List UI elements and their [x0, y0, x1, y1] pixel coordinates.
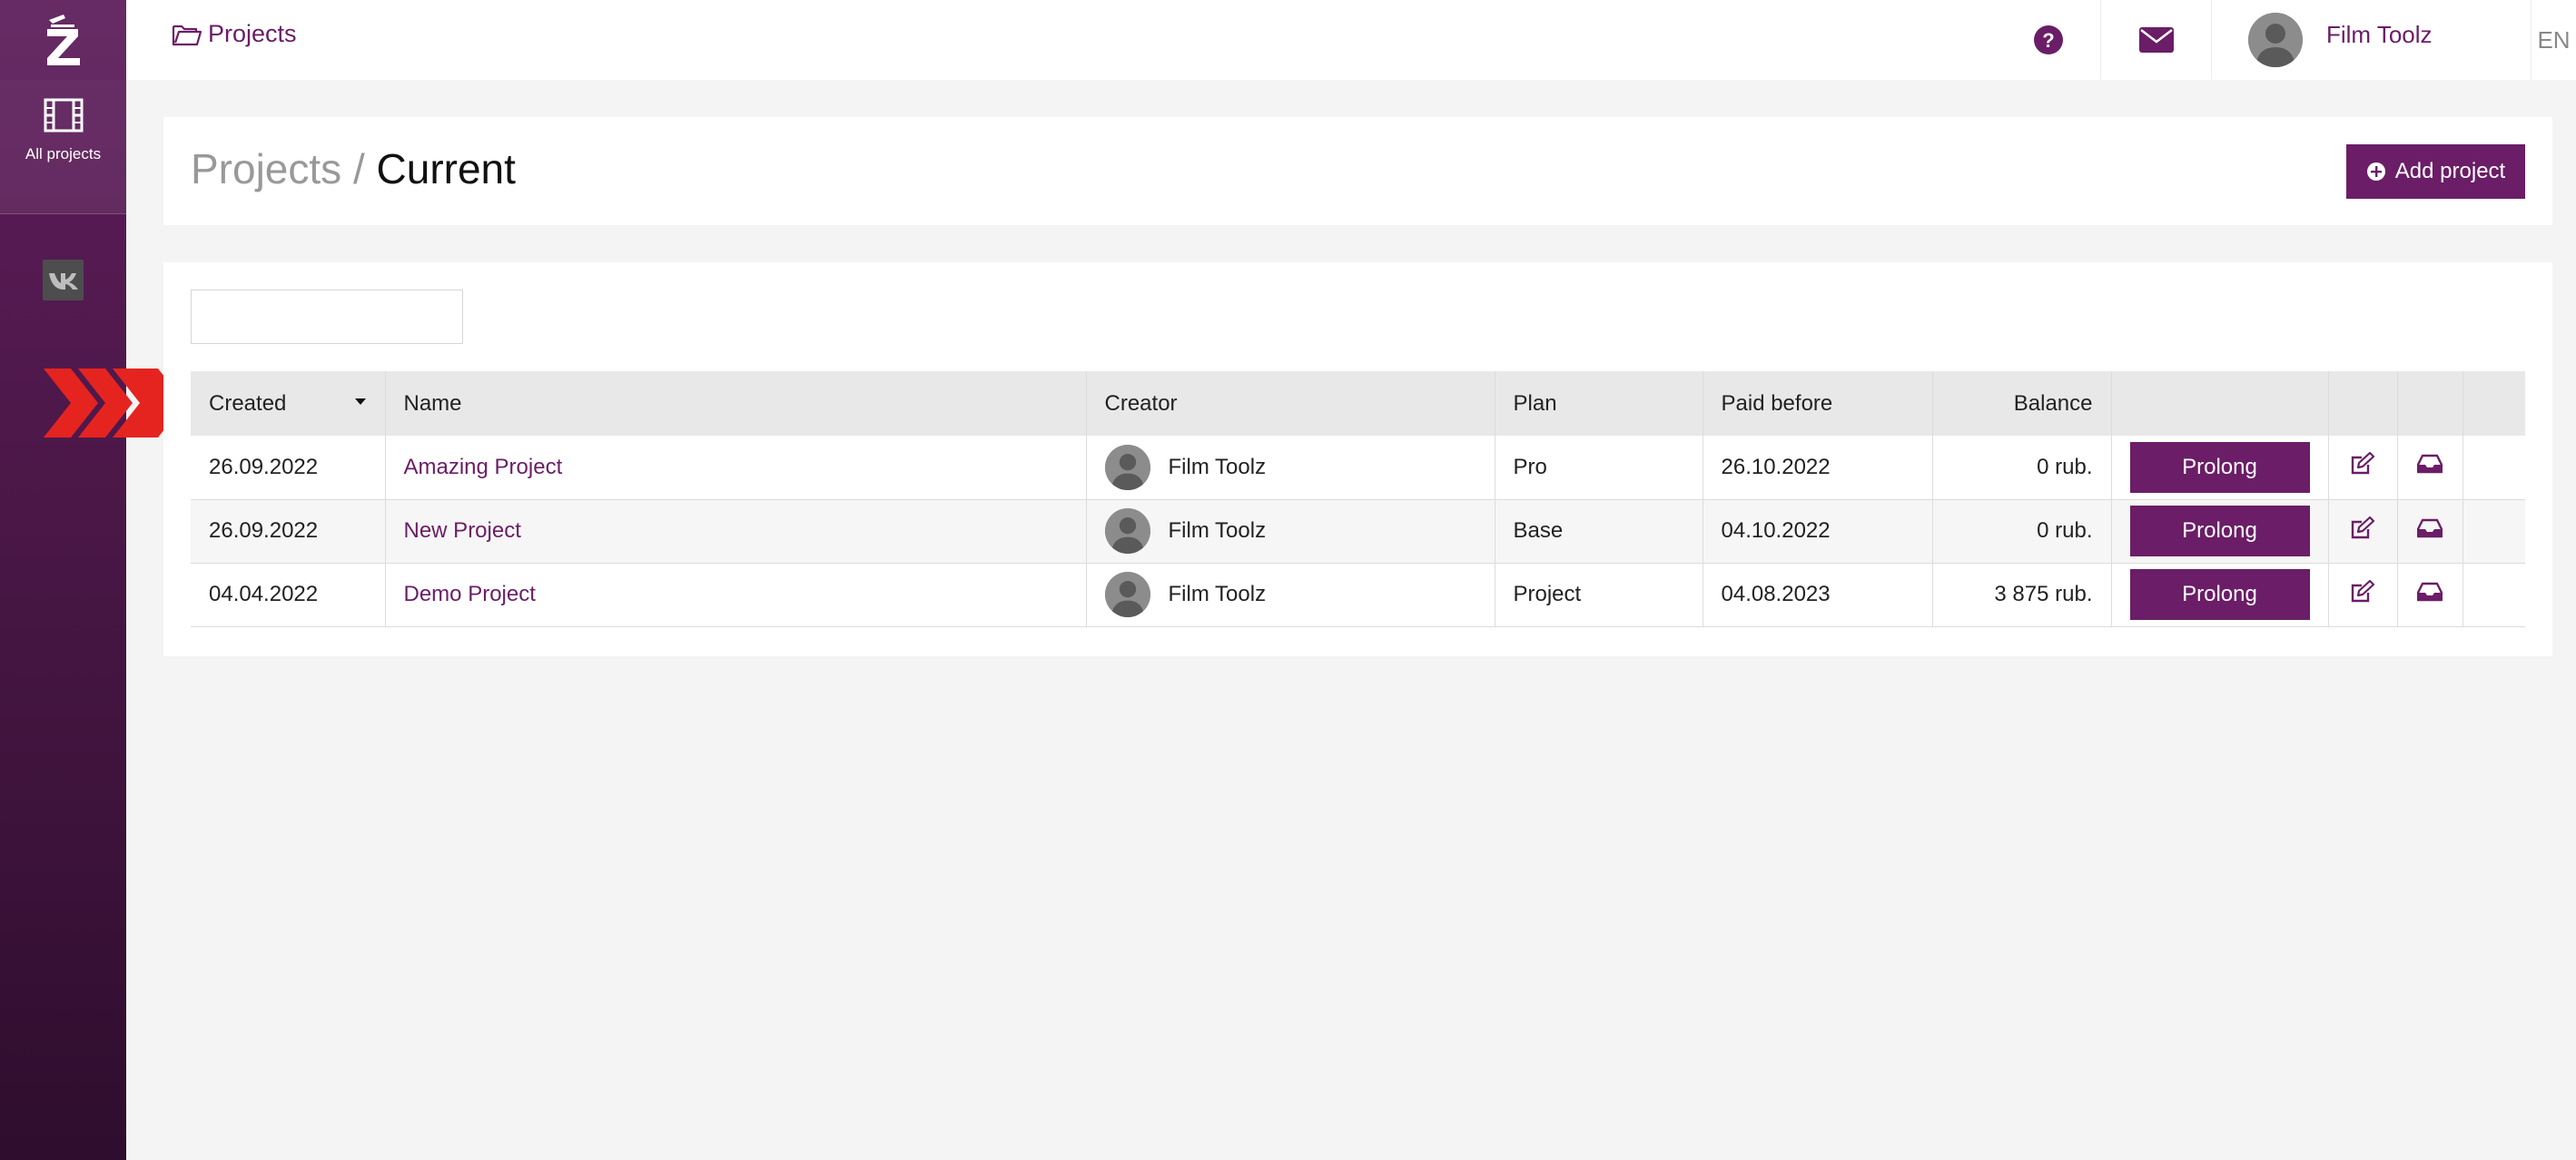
edit-button[interactable] [2328, 436, 2398, 499]
messages-button[interactable] [2100, 0, 2211, 80]
cell-extra [2462, 563, 2525, 626]
avatar [1104, 444, 1150, 490]
project-link[interactable]: Demo Project [404, 582, 536, 606]
projects-table: Created Name Creator Plan Paid before Ba… [191, 371, 2525, 627]
add-project-button[interactable]: Add project [2346, 144, 2525, 199]
user-avatar-icon [2248, 13, 2303, 67]
svg-text:?: ? [2042, 29, 2054, 52]
add-project-label: Add project [2394, 159, 2506, 183]
page-title-current: Current [376, 145, 516, 192]
edit-button[interactable] [2328, 563, 2398, 626]
creator: Film Toolz [1104, 444, 1476, 490]
archive-button[interactable] [2397, 499, 2463, 563]
archive-button[interactable] [2397, 563, 2463, 626]
table-header-row: Created Name Creator Plan Paid before Ba… [191, 371, 2525, 436]
cell-balance: 3 875 rub. [1932, 563, 2112, 626]
cell-balance: 0 rub. [1932, 436, 2112, 499]
projects-panel: Created Name Creator Plan Paid before Ba… [163, 262, 2552, 656]
page-title-parent: Projects / [191, 145, 365, 192]
edit-icon [2351, 516, 2375, 538]
cell-extra [2462, 436, 2525, 499]
creator: Film Toolz [1104, 572, 1476, 617]
col-plan[interactable]: Plan [1495, 371, 1703, 436]
language-switcher[interactable]: EN [2531, 0, 2576, 80]
cell-paid-before: 26.10.2022 [1703, 436, 1933, 499]
folder-open-icon [172, 25, 202, 45]
cell-created: 26.09.2022 [191, 499, 386, 563]
col-archive [2397, 371, 2463, 436]
user-name: Film Toolz [2326, 20, 2433, 48]
creator-name: Film Toolz [1168, 454, 1267, 479]
vk-icon [48, 272, 78, 290]
cell-plan: Base [1495, 499, 1703, 563]
edit-icon [2351, 452, 2375, 475]
col-paid-before[interactable]: Paid before [1703, 371, 1933, 436]
search-box[interactable] [191, 290, 469, 344]
creator: Film Toolz [1104, 508, 1476, 554]
help-icon: ? [2034, 25, 2063, 54]
sidebar: All projects [0, 0, 126, 1160]
user-menu[interactable]: Film Toolz [2211, 0, 2531, 80]
topbar: Projects ? Film Toolz EN [126, 0, 2576, 80]
plus-circle-icon [2366, 162, 2385, 181]
inbox-icon [2416, 455, 2443, 474]
logo[interactable] [0, 0, 126, 80]
col-creator[interactable]: Creator [1086, 371, 1495, 436]
prolong-button[interactable]: Prolong [2129, 569, 2310, 620]
table-row: 26.09.2022 Amazing Project Film Toolz Pr… [191, 436, 2525, 499]
avatar [2248, 13, 2303, 67]
help-button[interactable]: ? [1993, 0, 2104, 80]
breadcrumb-label: Projects [208, 20, 297, 47]
table-row: 04.04.2022 Demo Project Film Toolz Proje… [191, 563, 2525, 626]
col-balance[interactable]: Balance [1932, 371, 2112, 436]
project-link[interactable]: New Project [404, 518, 521, 543]
breadcrumb[interactable]: Projects [172, 20, 297, 48]
sort-caret-icon [354, 398, 366, 405]
col-name[interactable]: Name [385, 371, 1087, 436]
cell-paid-before: 04.08.2023 [1703, 563, 1933, 626]
cell-balance: 0 rub. [1932, 499, 2112, 563]
col-edit [2328, 371, 2398, 436]
nav-all-projects[interactable]: All projects [0, 80, 126, 214]
project-link[interactable]: Amazing Project [404, 455, 563, 479]
user-avatar-icon [1104, 444, 1150, 490]
cell-paid-before: 04.10.2022 [1703, 499, 1933, 563]
avatar [1104, 572, 1150, 617]
user-avatar-icon [1104, 508, 1150, 554]
cell-plan: Pro [1495, 436, 1703, 499]
logo-icon [46, 15, 80, 65]
user-avatar-icon [1104, 572, 1150, 617]
col-extra [2462, 371, 2525, 436]
creator-name: Film Toolz [1168, 582, 1267, 606]
edit-button[interactable] [2328, 499, 2398, 563]
col-action [2111, 371, 2329, 436]
vk-link[interactable] [43, 260, 84, 300]
col-created[interactable]: Created [191, 371, 386, 436]
page-header: Projects / Current Add project [163, 117, 2552, 225]
inbox-icon [2416, 518, 2443, 537]
page-title: Projects / Current [191, 144, 516, 193]
mail-icon [2138, 27, 2174, 53]
cell-created: 26.09.2022 [191, 436, 386, 499]
cell-created: 04.04.2022 [191, 563, 386, 626]
inbox-icon [2416, 582, 2443, 601]
creator-name: Film Toolz [1168, 518, 1267, 543]
cell-extra [2462, 499, 2525, 563]
search-input[interactable] [201, 290, 469, 343]
table-row: 26.09.2022 New Project Film Toolz Base 0… [191, 499, 2525, 563]
prolong-button[interactable]: Prolong [2129, 441, 2310, 493]
archive-button[interactable] [2397, 436, 2463, 499]
cell-plan: Project [1495, 563, 1703, 626]
film-icon [44, 98, 83, 133]
avatar [1104, 508, 1150, 554]
nav-all-projects-label: All projects [25, 145, 102, 162]
prolong-button[interactable]: Prolong [2129, 506, 2310, 556]
edit-icon [2351, 579, 2375, 602]
